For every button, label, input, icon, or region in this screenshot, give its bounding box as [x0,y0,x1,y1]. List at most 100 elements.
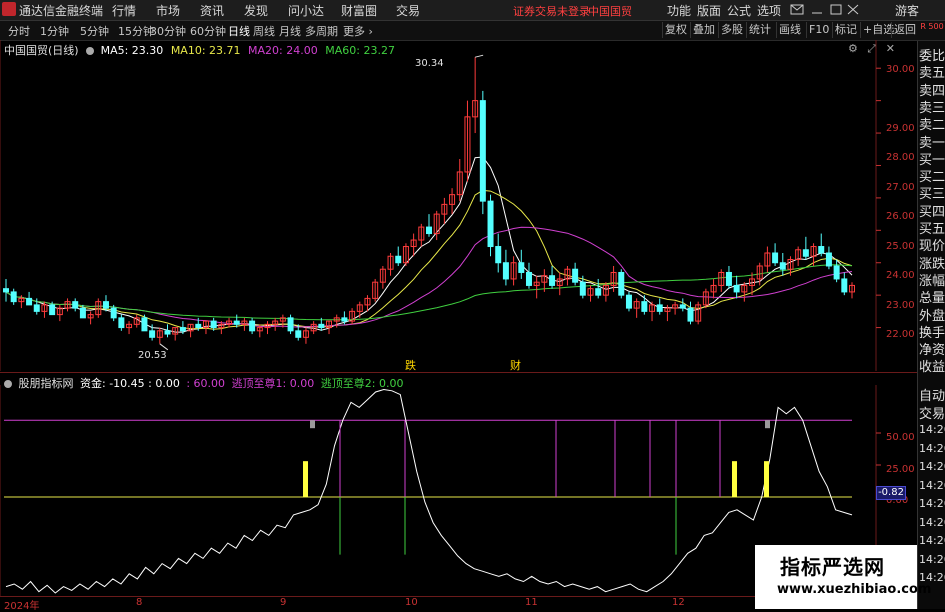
mark-button[interactable]: 标记 [832,22,859,38]
menu-shichang[interactable]: 市场 [156,2,180,19]
quote-field-label: 换手 [919,325,945,341]
tab-multi-period[interactable]: 多周期 [305,23,338,39]
candle-body [479,100,486,202]
watermark-banner: 指标严选网 www.xuezhibiao.com [755,545,931,609]
candle-body [102,301,109,309]
app-title: 通达信金融终端 [19,4,104,18]
f10-button[interactable]: F10 [806,22,831,38]
price-tick: 28.00 [886,152,915,163]
quote-field-label: 委比 [919,49,945,64]
tab-1min[interactable]: 1分钟 [40,23,69,39]
menu-faxian[interactable]: 发现 [244,2,268,19]
candle-body [518,262,525,273]
candle-body [549,275,556,286]
candle-body [249,320,256,332]
price-axis: 30.00 29.00 28.00 27.00 26.00 25.00 24.0… [886,40,916,371]
candle-body [195,323,202,329]
menu-jiaoyi[interactable]: 交易 [396,2,420,19]
candle-body [779,262,786,270]
ma60-line [5,264,853,321]
quote-field-label: 卖三 [919,100,945,116]
tab-monthly[interactable]: 月线 [279,23,301,39]
menu-wenxiaoda[interactable]: 问小达 [288,2,324,19]
quote-field-label: 买一 [919,152,945,168]
candle-body [49,304,56,316]
event-marker-cai[interactable]: 财 [510,357,521,373]
trade-login-status[interactable]: 证券交易未登录 [513,3,590,19]
candle-body [426,226,432,235]
fuquan-button[interactable]: 复权 [662,22,689,38]
quote-field-label: 总量 [919,291,945,307]
candlestick-chart[interactable] [0,40,917,371]
app-logo-icon [2,2,16,16]
price-tick: 29.00 [886,123,915,134]
quote-field-label: 外盘 [919,308,945,324]
candle-body [772,252,779,264]
period-toolbar: 分时 1分钟 5分钟 15分钟 30分钟 60分钟 日线 周线 月线 多周期 更… [0,21,945,41]
candle-body [118,317,125,329]
menu-zixun[interactable]: 资讯 [200,2,224,19]
tab-15min[interactable]: 15分钟 [118,23,154,39]
event-marker-die[interactable]: 跌 [405,357,416,373]
candle-body [572,268,579,283]
menu-hangqing[interactable]: 行情 [112,2,136,19]
tab-weekly[interactable]: 周线 [253,23,275,39]
menu-gongshi[interactable]: 公式 [727,2,751,19]
tab-daily[interactable]: 日线 [228,23,250,39]
trade-tab[interactable]: 交易 [919,403,945,422]
back-button[interactable]: 返回 [891,22,918,38]
current-value-box: -0.82 [876,486,906,500]
candle-body [687,307,694,322]
candle-body [487,200,494,248]
ma5-line [5,156,853,333]
high-price-label: 30.34 [415,58,444,69]
candle-body [3,288,9,293]
multi-stock-button[interactable]: 多股 [718,22,745,38]
price-tick: 27.00 [886,182,915,193]
candle-body [10,291,17,303]
tab-more[interactable]: 更多 › [343,23,373,39]
overlay-button[interactable]: 叠加 [690,22,717,38]
price-tick: 26.00 [886,211,915,222]
guest-user[interactable]: 游客 [895,2,919,19]
candle-body [149,330,156,338]
tick-time: 14:26 [919,423,945,436]
candle-body [818,246,825,254]
quote-field-label: 买三 [919,187,945,203]
restore-icon[interactable] [829,3,843,19]
quote-field-label: 收益 [919,360,945,376]
tick-time: 14:26 [919,552,945,566]
auto-tab[interactable]: 自动 [919,385,945,404]
stats-button[interactable]: 统计 [746,22,773,38]
menu-banmian[interactable]: 版面 [697,2,721,19]
candle-body [33,304,40,312]
quote-field-label: 卖一 [919,135,945,151]
low-pointer-line [159,343,169,351]
close-icon[interactable] [846,3,860,19]
candle-body [26,297,33,306]
menu-xuanxiang[interactable]: 选项 [757,2,781,19]
tick-time: 14:26 [919,478,945,492]
candle-body [318,323,325,329]
candle-body [725,271,732,286]
candle-body [341,317,348,322]
message-icon[interactable] [790,3,804,19]
draw-line-button[interactable]: 画线 [776,22,803,38]
tab-5min[interactable]: 5分钟 [80,23,109,39]
high-pointer-line [475,54,484,58]
candle-body [833,265,840,280]
price-tick: 24.00 [886,270,915,281]
candle-body [164,330,171,335]
quote-field-label: 卖四 [919,83,945,99]
tab-30min[interactable]: 30分钟 [150,23,186,39]
candle-body [395,255,402,264]
tab-60min[interactable]: 60分钟 [190,23,226,39]
menu-gongneng[interactable]: 功能 [667,2,691,19]
date-tick: 9 [280,597,287,608]
menu-caifuquan[interactable]: 财富圈 [341,2,377,19]
candle-body [502,262,509,280]
yellow-signal-block [764,461,769,497]
indicator-tick: 50.00 [886,432,915,443]
minimize-icon[interactable] [810,3,824,19]
tab-fenshi[interactable]: 分时 [8,23,30,39]
